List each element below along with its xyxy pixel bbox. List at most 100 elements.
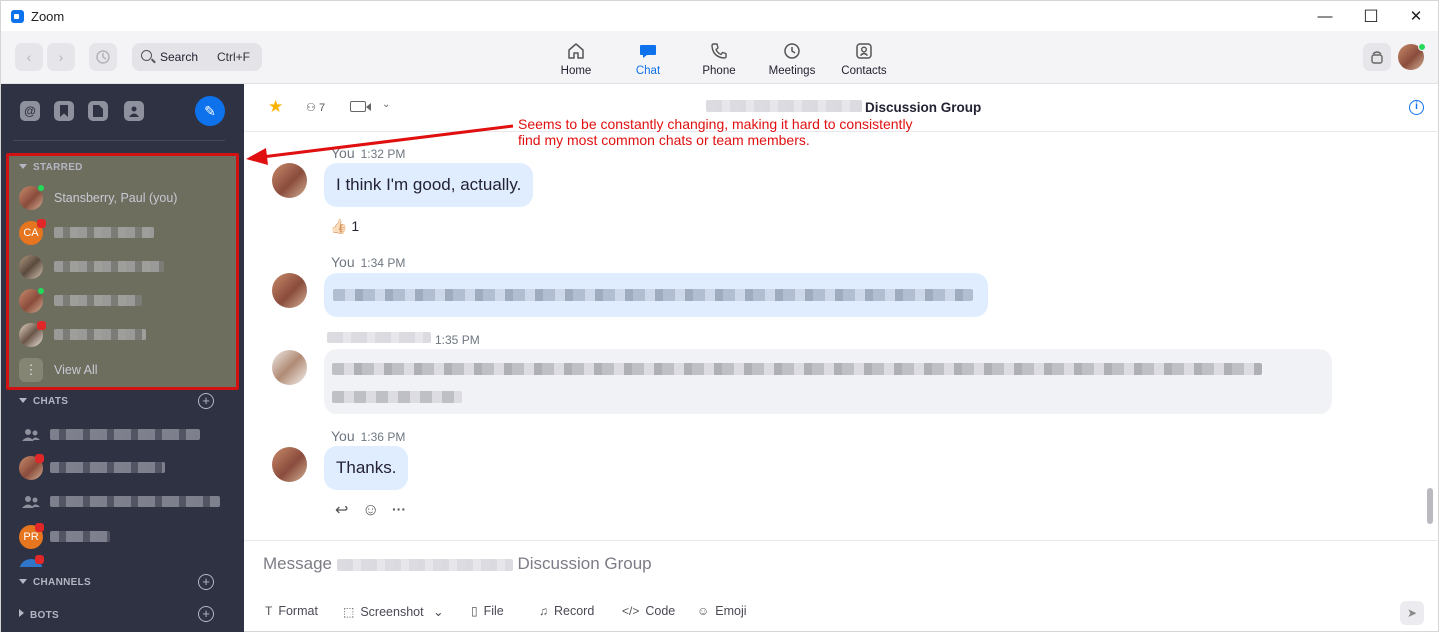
format-label: Format xyxy=(278,604,318,618)
code-label: Code xyxy=(645,604,676,618)
tab-chat[interactable]: Chat xyxy=(626,31,670,84)
search-box[interactable]: Search Ctrl+F xyxy=(132,43,262,71)
add-chat-button[interactable]: + xyxy=(198,393,214,409)
reply-icon[interactable]: ↩ xyxy=(335,500,348,520)
starred-item[interactable]: CA xyxy=(19,219,229,245)
mentions-icon[interactable]: @ xyxy=(20,101,40,121)
redacted-name xyxy=(54,295,142,306)
annotation-line-1: Seems to be constantly changing, making … xyxy=(518,116,913,132)
redacted-name xyxy=(54,329,146,340)
starred-item[interactable] xyxy=(19,253,229,279)
chevron-down-icon[interactable]: ⌄ xyxy=(382,99,390,110)
message-input[interactable]: Message Discussion Group xyxy=(263,554,652,574)
timestamp: 1:36 PM xyxy=(360,430,406,444)
new-chat-button[interactable]: ✎ xyxy=(195,96,225,126)
star-icon[interactable]: ★ xyxy=(268,97,283,117)
redacted-text xyxy=(333,289,973,301)
chat-item[interactable] xyxy=(19,553,229,567)
chat-item[interactable] xyxy=(19,488,229,514)
bots-header[interactable]: BOTS xyxy=(19,609,59,621)
online-status-indicator xyxy=(37,287,45,295)
chat-sidebar: @ ✎ STARRED Stansberry, Paul (you) CA ⋮ … xyxy=(0,84,244,632)
starred-item[interactable] xyxy=(19,321,229,347)
chats-header[interactable]: CHATS xyxy=(19,396,68,407)
tab-phone-label: Phone xyxy=(702,65,736,77)
send-button[interactable]: ➤ xyxy=(1400,601,1424,625)
view-all-button[interactable]: ⋮ View All xyxy=(19,356,229,382)
info-icon[interactable]: i xyxy=(1409,100,1424,115)
chat-item[interactable] xyxy=(19,421,229,447)
placeholder-prefix: Message xyxy=(263,554,332,573)
screenshot-button[interactable]: ⬚ Screenshot ⌄ xyxy=(343,604,444,619)
starred-item[interactable]: Stansberry, Paul (you) xyxy=(19,184,229,210)
tab-phone[interactable]: Phone xyxy=(695,31,743,84)
notification-badge xyxy=(37,321,46,330)
sender-name: You xyxy=(331,428,355,444)
redacted-group-prefix xyxy=(706,100,862,112)
starred-header[interactable]: STARRED xyxy=(19,162,83,173)
redacted-group-prefix xyxy=(336,558,513,571)
maximize-button[interactable]: ☐ xyxy=(1348,1,1394,32)
minimize-button[interactable]: — xyxy=(1302,1,1348,32)
close-button[interactable]: ✕ xyxy=(1393,1,1439,32)
redacted-name xyxy=(50,429,200,440)
chevron-down-icon[interactable]: ⌄ xyxy=(433,605,443,619)
files-icon[interactable] xyxy=(88,101,108,121)
screenshot-icon: ⬚ xyxy=(343,605,355,619)
sender-name: You xyxy=(331,145,355,161)
reaction-badge[interactable]: 👍🏻 1 xyxy=(330,218,359,235)
code-button[interactable]: </> Code xyxy=(622,604,675,618)
format-icon: T xyxy=(265,604,273,618)
timestamp: 1:35 PM xyxy=(435,333,480,347)
format-button[interactable]: T Format xyxy=(265,604,318,618)
history-button[interactable] xyxy=(89,43,117,71)
online-status-indicator xyxy=(1418,43,1426,51)
redacted-text xyxy=(332,391,462,403)
reaction-count: 1 xyxy=(351,218,360,234)
record-button[interactable]: ♫ Record xyxy=(539,604,594,618)
avatar xyxy=(272,447,307,482)
presence-button[interactable] xyxy=(1363,43,1391,71)
redacted-name xyxy=(54,261,164,272)
timestamp: 1:34 PM xyxy=(360,256,406,270)
add-reaction-icon[interactable]: ☺ xyxy=(362,500,379,520)
online-status-indicator xyxy=(37,184,45,192)
message-bubble[interactable]: Thanks. xyxy=(324,446,409,490)
channels-header[interactable]: CHANNELS xyxy=(19,577,91,588)
emoji-button[interactable]: ☺ Emoji xyxy=(697,604,747,618)
sender-name: You xyxy=(331,254,355,270)
tab-contacts[interactable]: Contacts xyxy=(837,31,891,84)
video-call-icon[interactable] xyxy=(350,101,371,112)
home-icon xyxy=(568,43,584,59)
more-options-icon[interactable]: ··· xyxy=(392,501,406,517)
phone-icon xyxy=(711,43,727,59)
chat-item[interactable]: PR xyxy=(19,523,229,549)
message-bubble[interactable] xyxy=(324,349,1332,414)
tab-home[interactable]: Home xyxy=(554,31,598,84)
add-channel-button[interactable]: + xyxy=(198,574,214,590)
add-bot-button[interactable]: + xyxy=(198,606,214,622)
microphone-icon: ♫ xyxy=(539,604,548,618)
scrollbar-thumb[interactable] xyxy=(1427,488,1433,524)
zoom-logo-icon xyxy=(11,10,24,23)
members-icon: ⚇ xyxy=(306,102,316,114)
member-count-button[interactable]: ⚇ 7 xyxy=(306,101,325,114)
file-button[interactable]: ▯ File xyxy=(471,604,504,618)
starred-item[interactable] xyxy=(19,287,229,313)
back-button[interactable]: ‹ xyxy=(15,43,43,71)
redacted-sender xyxy=(327,332,431,343)
message-list: You 1:32 PM I think I'm good, actually. 👍… xyxy=(244,132,1439,540)
notification-badge xyxy=(37,219,46,228)
forward-button[interactable]: › xyxy=(47,43,75,71)
message-composer[interactable]: Message Discussion Group T Format ⬚ Screen… xyxy=(244,540,1439,632)
contacts-directory-icon[interactable] xyxy=(124,101,144,121)
presence-icon xyxy=(1371,51,1383,64)
bookmark-icon[interactable] xyxy=(54,101,74,121)
message-bubble[interactable] xyxy=(324,273,988,317)
message-meta: You 1:34 PM xyxy=(331,254,405,270)
tab-meetings[interactable]: Meetings xyxy=(764,31,820,84)
chat-item[interactable] xyxy=(19,454,229,480)
search-icon xyxy=(141,50,152,61)
file-label: File xyxy=(483,604,504,618)
message-bubble[interactable]: I think I'm good, actually. xyxy=(324,163,534,207)
